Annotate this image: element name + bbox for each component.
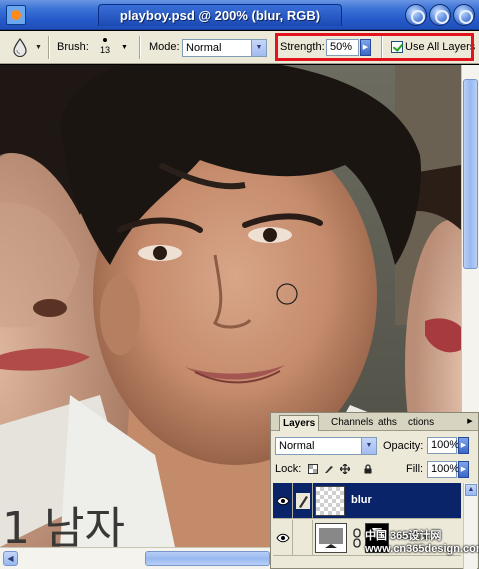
lock-all-icon[interactable] <box>363 464 373 474</box>
strength-highlight-box <box>275 33 474 61</box>
title-bar[interactable]: playboy.psd @ 200% (blur, RGB) <box>0 0 479 30</box>
fill-slider-arrow-icon[interactable]: ▶ <box>458 461 469 478</box>
fill-value: 100% <box>431 463 460 475</box>
fill-label: Fill: <box>406 463 424 475</box>
photoshop-app-icon[interactable] <box>6 5 26 25</box>
photo-korean-text: 1 남자 <box>2 503 125 547</box>
palette-tab-bar: Layers Channels aths ctions ▶ <box>271 413 478 431</box>
brush-size: 13 <box>100 45 111 55</box>
visibility-cell[interactable] <box>273 520 293 556</box>
palette-menu-arrow-icon[interactable]: ▶ <box>464 416 476 428</box>
lock-image-brush-icon[interactable] <box>324 464 334 474</box>
tab-layers[interactable]: Layers <box>279 415 320 431</box>
tab-channels[interactable]: Channels <box>328 415 376 431</box>
minimize-button[interactable] <box>405 4 427 26</box>
visibility-cell[interactable] <box>273 483 293 519</box>
link-brush-cell[interactable] <box>293 483 313 519</box>
eye-icon <box>276 533 290 543</box>
layer-thumbnail[interactable] <box>315 486 345 516</box>
lock-transparency-icon[interactable] <box>308 464 318 474</box>
tab-paths[interactable]: aths <box>375 415 400 431</box>
scroll-up-arrow-icon[interactable]: ▲ <box>465 484 477 496</box>
options-separator <box>139 36 141 59</box>
lock-label: Lock: <box>275 463 302 475</box>
tool-preset-chevron-down-icon[interactable]: ▼ <box>35 44 42 51</box>
opacity-value: 100% <box>431 439 460 451</box>
mode-value: Normal <box>186 42 222 54</box>
blend-mode-select[interactable]: Normal ▼ <box>275 437 377 455</box>
maximize-button[interactable] <box>429 4 451 26</box>
blur-drop-icon[interactable] <box>11 38 29 57</box>
horizontal-scroll-thumb[interactable] <box>145 551 270 566</box>
vertical-scroll-thumb[interactable] <box>463 79 478 269</box>
opacity-label: Opacity: <box>383 440 424 452</box>
mode-select[interactable]: Normal ▼ <box>182 39 267 57</box>
eye-icon <box>276 496 290 506</box>
chain-link-icon[interactable] <box>352 528 362 548</box>
lock-position-move-icon[interactable] <box>340 464 350 474</box>
mode-label: Mode: <box>149 41 180 53</box>
window-title: playboy.psd @ 200% (blur, RGB) <box>98 4 342 26</box>
options-separator <box>48 36 50 59</box>
layer-row-blur[interactable]: blur <box>273 483 461 519</box>
opacity-slider-arrow-icon[interactable]: ▶ <box>458 437 469 454</box>
layer-name-blur[interactable]: blur <box>351 494 372 506</box>
tab-actions[interactable]: ctions <box>405 415 437 431</box>
link-brush-cell[interactable] <box>293 520 313 556</box>
watermark-line-2: www.cn365design.com <box>365 543 479 555</box>
adjustment-layer-thumbnail-icon[interactable] <box>315 523 347 553</box>
watermark-line-1: 中国 365设计网 <box>365 530 442 542</box>
chevron-down-icon: ▼ <box>361 438 376 454</box>
paintbrush-icon <box>296 493 310 509</box>
watermark: 中国 365设计网 www.cn365design.com <box>365 530 479 556</box>
brush-label: Brush: <box>57 41 89 53</box>
fill-input[interactable]: 100% <box>427 461 460 478</box>
brush-tip-icon <box>103 38 107 42</box>
scroll-left-arrow-icon[interactable]: ◀ <box>3 551 18 566</box>
blend-mode-value: Normal <box>279 440 315 452</box>
opacity-input[interactable]: 100% <box>427 437 460 454</box>
brush-picker-chevron-down-icon[interactable]: ▼ <box>121 44 128 51</box>
brush-preview[interactable]: 13 <box>100 38 110 55</box>
layers-scrollbar[interactable]: ▲ <box>463 483 477 569</box>
chevron-down-icon: ▼ <box>251 40 266 56</box>
close-button[interactable] <box>453 4 475 26</box>
